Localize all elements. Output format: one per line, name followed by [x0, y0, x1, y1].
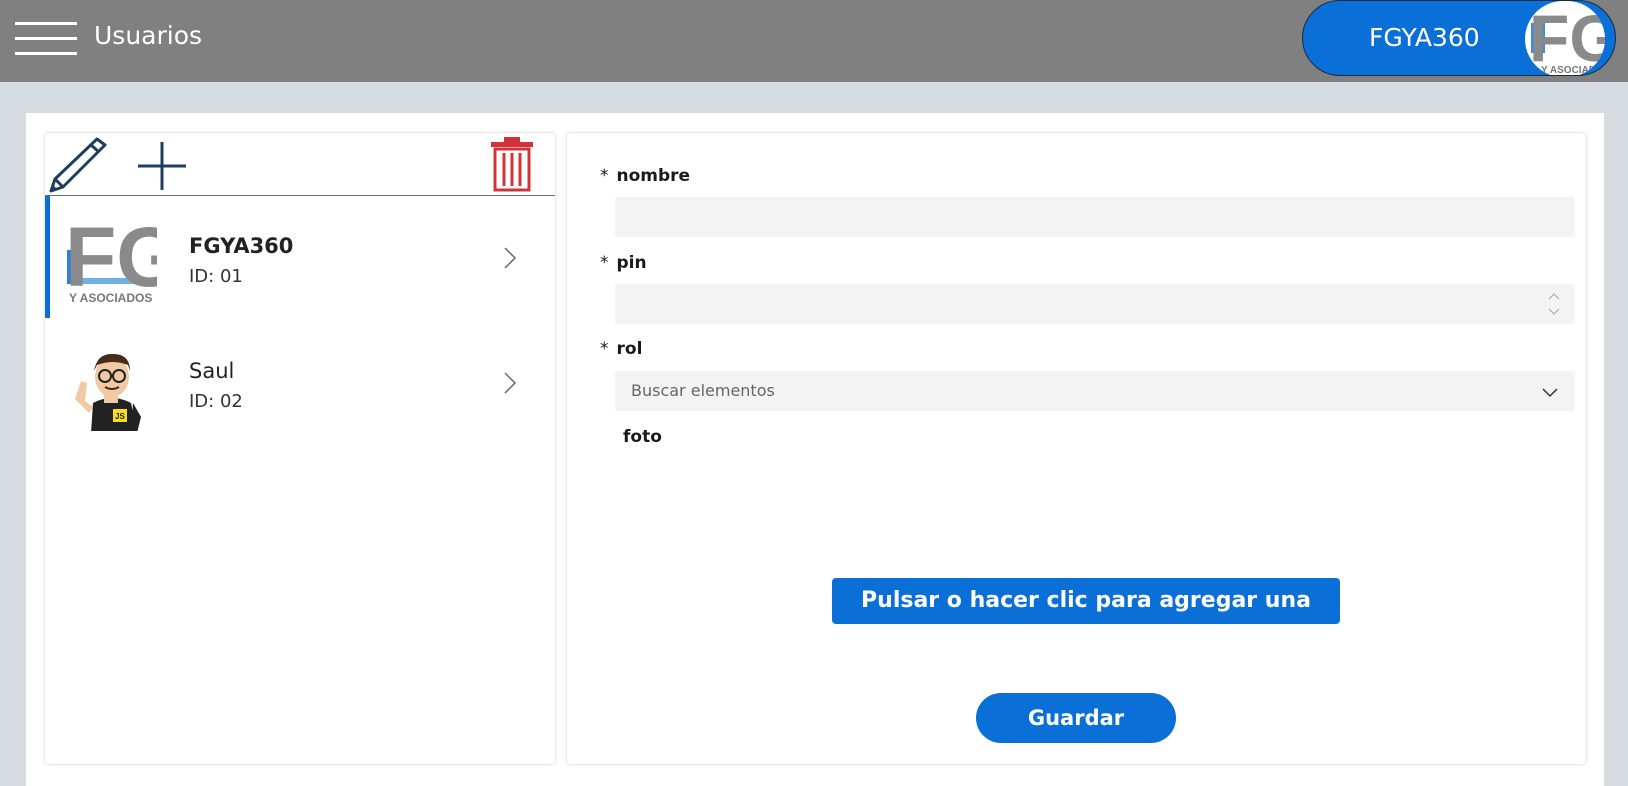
required-mark: * [600, 166, 609, 186]
page-title: Usuarios [94, 21, 203, 50]
chevron-down-icon [1541, 384, 1559, 398]
list-item-id: ID: 02 [189, 391, 243, 412]
pin-label: * pin [600, 253, 647, 273]
number-stepper-icon[interactable] [1547, 290, 1561, 318]
hamburger-menu-icon[interactable] [15, 20, 77, 58]
list-item[interactable]: FG Y ASOCIADOS FGYA360 ID: 01 [45, 196, 555, 318]
user-list-panel: FG Y ASOCIADOS FGYA360 ID: 01 JS Saul ID… [45, 133, 555, 764]
rol-label: * rol [600, 339, 642, 359]
nombre-input[interactable] [615, 197, 1575, 237]
rol-select[interactable]: Buscar elementos [615, 371, 1575, 411]
avatar: FG Y ASOCIADOS [67, 216, 157, 306]
top-bar: Usuarios FGYA360 FG Y ASOCIADOS [0, 0, 1628, 82]
user-profile-label: FGYA360 [1369, 23, 1480, 52]
chevron-right-icon [503, 246, 517, 270]
company-logo: FG Y ASOCIADOS [1525, 1, 1605, 76]
rol-label-text: rol [616, 339, 643, 359]
list-toolbar [45, 133, 555, 196]
list-item-name: FGYA360 [189, 234, 294, 258]
avatar-logo-subtext: Y ASOCIADOS [69, 291, 152, 305]
js-badge: JS [115, 412, 125, 421]
user-form-panel: * nombre * pin * rol Buscar elementos foto … [567, 133, 1586, 764]
nombre-label-text: nombre [616, 166, 691, 186]
pencil-icon[interactable] [47, 135, 107, 195]
required-mark: * [600, 339, 609, 359]
plus-icon[interactable] [137, 141, 187, 191]
chevron-right-icon [503, 371, 517, 395]
company-logo-subtext: Y ASOCIADOS [1541, 65, 1605, 76]
trash-icon[interactable] [490, 136, 534, 192]
required-mark: * [600, 253, 609, 273]
rol-select-placeholder: Buscar elementos [631, 381, 775, 400]
pin-input[interactable] [615, 284, 1575, 324]
save-button[interactable]: Guardar [976, 693, 1176, 743]
list-item[interactable]: JS Saul ID: 02 [45, 321, 555, 443]
user-profile-button[interactable]: FGYA360 FG Y ASOCIADOS [1302, 0, 1616, 76]
nombre-label: * nombre [600, 166, 690, 186]
company-logo-text: FG [1529, 1, 1605, 75]
foto-label: foto [623, 427, 662, 447]
list-item-id: ID: 01 [189, 266, 243, 287]
avatar: JS [67, 341, 157, 431]
add-image-button[interactable]: Pulsar o hacer clic para agregar una ima… [832, 578, 1340, 659]
pin-label-text: pin [616, 253, 647, 273]
list-item-name: Saul [189, 359, 235, 383]
